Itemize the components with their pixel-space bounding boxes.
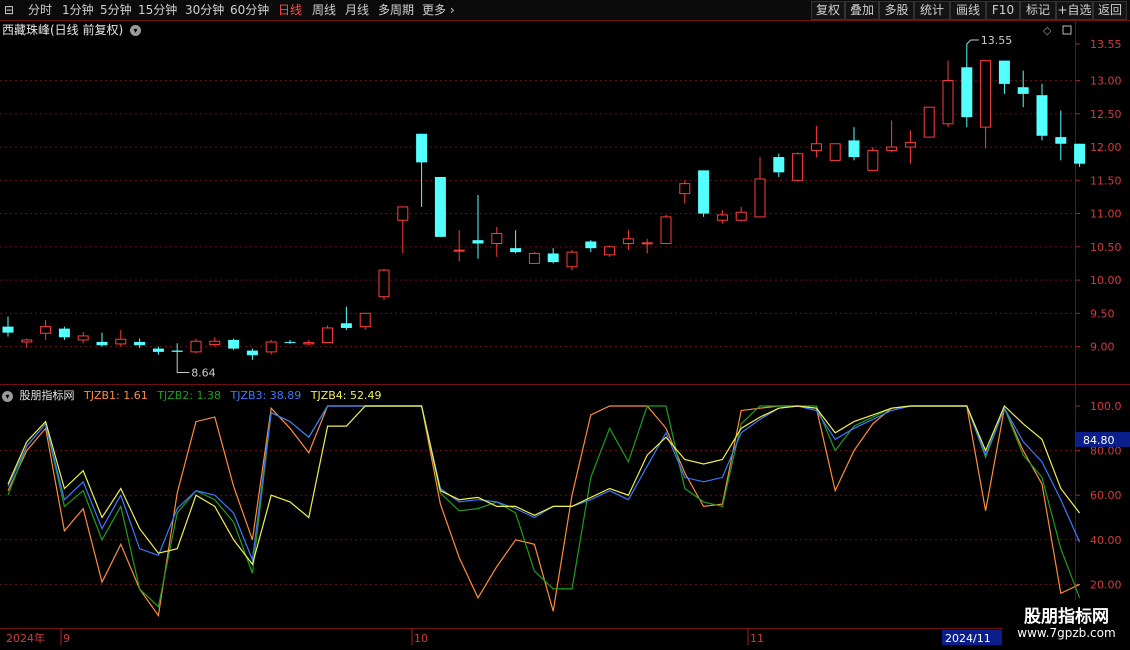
price-tick-label: 10.00 [1090,274,1122,287]
candle-body [886,146,898,151]
square-icon [1062,25,1072,35]
candle-body [547,253,559,263]
price-tick-label: 10.50 [1090,241,1122,254]
candle-body [904,141,916,148]
candle-body [622,238,634,245]
candle-body [228,339,240,349]
indicator-tick-label: 40.00 [1090,534,1122,547]
candle-body [942,80,954,125]
indicator-tick-label: 60.00 [1090,489,1122,502]
candle-body [2,326,14,333]
low-label: 8.64 [191,367,216,380]
candle-body [397,206,409,221]
candle-body [1055,137,1067,144]
site-watermark: 股朋指标网 www.7gpzb.com [1003,600,1130,650]
candle-body [716,214,728,221]
price-tick-label: 12.50 [1090,108,1122,121]
candle-body [434,177,446,237]
candle-body [134,341,146,346]
diamond-icon: ◇ [1043,24,1052,37]
price-tick-label: 13.00 [1090,75,1122,88]
price-tick-label: 12.00 [1090,141,1122,154]
low-marker [176,356,190,374]
candle-body [40,326,52,334]
candle-body [792,153,804,181]
candle-body [246,350,258,356]
candle-body [660,216,672,244]
candle-body [171,350,183,352]
high-marker [966,39,979,45]
candle-body [209,340,221,346]
candle-body [284,341,296,343]
price-tick-label: 11.00 [1090,208,1122,221]
candle-body [265,341,277,353]
price-tick-label: 13.55 [1090,38,1122,51]
high-label: 13.55 [981,34,1013,47]
indicator-tick-label: 20.00 [1090,578,1122,591]
candle-body [773,157,785,173]
candle-body [115,338,127,345]
candle-body [980,60,992,128]
candle-body [735,211,747,221]
date-label: 2024年 [6,631,45,645]
candle-body [303,342,315,345]
candle-body [566,251,578,268]
candle-body [679,183,691,195]
candle-body [810,143,822,151]
candle-body [378,269,390,298]
candle-body [698,170,710,214]
candle-body [510,248,522,253]
watermark-title: 股朋指标网 [1024,607,1109,627]
price-tick-label: 11.50 [1090,174,1122,187]
cursor-value-label: 84.80 [1083,434,1115,447]
indicator-line-tjzb3 [7,405,1081,563]
candle-body [416,133,428,163]
price-tick-label: 9.50 [1090,307,1115,320]
candle-body [21,339,33,343]
candle-body [152,348,164,352]
candle-body [322,327,334,344]
candle-body [848,140,860,158]
price-tick-label: 9.00 [1090,341,1115,354]
watermark-url: www.7gpzb.com [1017,626,1116,640]
candle-body [340,323,352,328]
candle-body [77,335,89,341]
candle-body [923,106,935,138]
candle-body [754,178,766,218]
candle-body [829,143,841,161]
candle-body [491,233,503,244]
candle-body [528,252,540,264]
candle-body [641,242,653,245]
candle-body [58,328,70,338]
indicator-line-tjzb4 [7,404,1081,566]
candle-body [961,67,973,118]
candle-body [359,312,371,328]
candle-body [1074,143,1086,164]
kline-chart[interactable]: 13.55 13.00 12.50 12.00 11.50 11.00 10.50 10.00… [0,0,1130,650]
indicator-tick-label: 100.0 [1090,400,1122,413]
candle-body [453,249,465,252]
candle-body [998,60,1010,84]
candle-body [472,240,484,244]
candle-body [585,241,597,249]
date-label: 11 [750,632,764,645]
cursor-date-label: 2024/11 [945,632,991,645]
date-label: 9 [63,632,70,645]
candle-body [1036,95,1048,136]
candle-body [867,149,879,171]
candle-body [96,341,108,346]
candle-body [1017,87,1029,94]
candle-body [604,246,616,256]
candle-body [190,340,202,353]
date-label: 10 [414,632,428,645]
